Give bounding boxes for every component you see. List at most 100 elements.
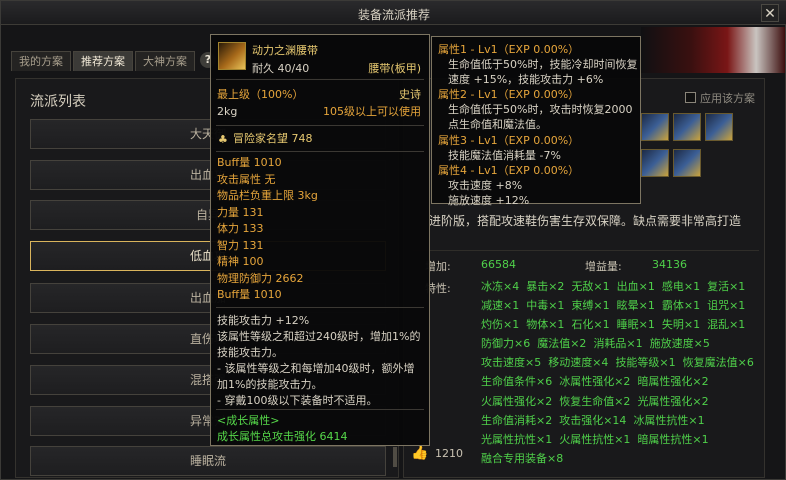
feature-tag: 冰属性抗性×1 xyxy=(633,413,705,427)
item-grade: 史诗 xyxy=(399,88,421,101)
skill-line: - 该属性等级之和每增加40级时，额外增 xyxy=(217,362,415,375)
equipment-slot-icon[interactable] xyxy=(673,149,701,177)
feature-tag: 诅咒×1 xyxy=(707,299,746,313)
tab-my-plans[interactable]: 我的方案 xyxy=(11,51,71,71)
item-fame: 冒险家名望 748 xyxy=(233,132,313,145)
item-skill-description: 技能攻击力 +12% 该属性等级之和超过240级时，增加1%的 技能攻击力。 -… xyxy=(217,313,427,409)
attribute-header: 属性3 - Lv1（EXP 0.00%） xyxy=(438,133,580,147)
skill-line: - 穿戴100级以下装备时不适用。 xyxy=(217,394,378,407)
feature-tag: 石化×1 xyxy=(571,318,610,332)
feature-tag: 暴击×2 xyxy=(526,280,565,293)
like-count: 1210 xyxy=(435,447,463,460)
feature-tag: 复活×1 xyxy=(707,280,746,293)
skill-line: 技能攻击力 +12% xyxy=(217,314,310,327)
feature-tag: 生命值消耗×2 xyxy=(481,413,553,427)
attribute-line: 生命值低于50%时，攻击时恢复2000 xyxy=(448,103,633,117)
feature-tag: 冰属性强化×2 xyxy=(559,375,631,389)
feature-tag: 中毒×1 xyxy=(526,299,565,313)
item-stat: 物品栏负重上限 3kg xyxy=(217,189,318,202)
feature-tag: 冰冻×4 xyxy=(481,280,520,293)
thumbs-up-icon[interactable]: 👍 xyxy=(411,445,429,461)
feature-tag: 恢复魔法值×6 xyxy=(682,356,754,370)
attribute-line: 技能魔法值消耗量 -7% xyxy=(448,148,561,162)
item-level: 最上级（100%） xyxy=(217,88,304,101)
feature-tag: 暗属性抗性×1 xyxy=(637,432,709,446)
build-description: 进阶版，搭配攻速鞋伤害生存双保障。缺点需要非常高打造 xyxy=(429,214,742,228)
attributes-list: 属性1 - Lv1（EXP 0.00%） 生命值低于50%时，技能冷却时间恢复 … xyxy=(438,42,638,208)
attribute-header: 属性1 - Lv1（EXP 0.00%） xyxy=(438,43,580,56)
equipment-slot-icon[interactable] xyxy=(705,113,733,141)
feature-tag: 感电×1 xyxy=(661,280,701,293)
attribute-line: 攻击速度 +8% xyxy=(448,178,523,192)
item-stat: 精神 100 xyxy=(217,255,264,268)
attribute-header: 属性2 - Lv1（EXP 0.00%） xyxy=(438,88,580,102)
item-stats: Buff量 1010 攻击属性 无 物品栏负重上限 3kg 力量 131 体力 … xyxy=(217,155,318,304)
character-art-banner xyxy=(641,27,785,73)
attribute-header: 属性4 - Lv1（EXP 0.00%） xyxy=(438,163,580,177)
feature-tag: 移动速度×4 xyxy=(548,356,609,370)
growth-attributes: <成长属性> 成长属性总攻击强化 6414 xyxy=(217,413,348,445)
close-button[interactable]: ✕ xyxy=(761,4,779,22)
feature-tag: 物体×1 xyxy=(526,318,565,332)
feature-tag: 暗属性强化×2 xyxy=(637,375,709,389)
feature-tag: 减速×1 xyxy=(481,299,520,313)
features-list: 冰冻×4 暴击×2 无敌×1 出血×1 感电×1 复活×1 减速×1 中毒×1 束缚×1 眩晕×1… xyxy=(481,277,761,468)
feature-tag: 魔法值×2 xyxy=(537,337,587,351)
feature-tag: 施放速度×5 xyxy=(649,337,710,351)
tab-expert-plans[interactable]: 大神方案 xyxy=(135,51,195,71)
attribute-line: 点生命值和魔法值。 xyxy=(448,118,547,132)
item-requirement: 105级以上可以使用 xyxy=(323,105,421,118)
skill-line: 技能攻击力。 xyxy=(217,346,283,359)
stat-gain-label: 增益量: xyxy=(585,260,622,273)
window-title: 装备流派推荐 xyxy=(357,8,430,22)
belt-item-icon xyxy=(218,42,246,70)
feature-tag: 防御力×6 xyxy=(481,337,531,351)
divider xyxy=(413,250,759,251)
feature-tag: 眩晕×1 xyxy=(616,299,655,313)
attributes-tooltip: 属性1 - Lv1（EXP 0.00%） 生命值低于50%时，技能冷却时间恢复 … xyxy=(431,36,641,207)
feature-tag: 攻击速度×5 xyxy=(481,356,542,370)
feature-tag: 失明×1 xyxy=(661,318,701,332)
item-type: 腰带(板甲) xyxy=(368,62,421,75)
scrollbar-thumb[interactable] xyxy=(393,447,397,467)
item-stat: 智力 131 xyxy=(217,238,264,252)
skill-line: 该属性等级之和超过240级时，增加1%的 xyxy=(217,330,421,343)
feature-tag: 霸体×1 xyxy=(661,299,701,313)
growth-line: 成长属性总攻击强化 6414 xyxy=(217,430,348,443)
stat-increase-value: 66584 xyxy=(481,258,516,271)
item-weight: 2kg xyxy=(217,105,238,118)
item-stat: 力量 131 xyxy=(217,205,264,219)
item-stat: 体力 133 xyxy=(217,222,264,235)
equipment-slot-icon[interactable] xyxy=(641,149,669,177)
item-stat: 攻击属性 无 xyxy=(217,172,276,186)
equipment-slot-icon[interactable] xyxy=(673,113,701,141)
feature-tag: 睡眠×1 xyxy=(616,318,655,332)
growth-title: <成长属性> xyxy=(217,414,280,427)
feature-tag: 出血×1 xyxy=(616,280,655,293)
fame-icon: ♣ xyxy=(218,133,228,146)
tab-bar: 我的方案 推荐方案 大神方案 xyxy=(11,51,195,71)
feature-tag: 火属性强化×2 xyxy=(481,394,553,408)
divider xyxy=(216,151,424,152)
item-stat: Buff量 1010 xyxy=(217,288,282,301)
feature-tag: 攻击强化×14 xyxy=(559,413,627,427)
feature-tag: 无敌×1 xyxy=(571,280,610,293)
feature-tag: 技能等级×1 xyxy=(615,356,676,370)
build-item[interactable]: 睡眠流 xyxy=(30,446,386,476)
feature-tag: 光属性强化×2 xyxy=(637,394,709,408)
attribute-line: 速度 +15%，技能攻击力 +6% xyxy=(448,73,604,87)
apply-plan-checkbox[interactable] xyxy=(685,92,696,103)
divider xyxy=(216,79,424,80)
feature-tag: 混乱×1 xyxy=(707,318,746,332)
build-list-title: 流派列表 xyxy=(30,94,86,110)
tab-recommended-plans[interactable]: 推荐方案 xyxy=(73,51,133,71)
skill-line: 加1%的技能攻击力。 xyxy=(217,378,323,391)
feature-tag: 束缚×1 xyxy=(571,299,610,313)
equipment-slot-icon[interactable] xyxy=(641,113,669,141)
item-tooltip: 动力之渊腰带 耐久 40/40 腰带(板甲) 最上级（100%） 史诗 2kg … xyxy=(210,34,430,446)
divider xyxy=(216,409,424,410)
feature-tag: 恢复生命值×2 xyxy=(559,394,631,408)
item-durability: 耐久 40/40 xyxy=(252,62,310,75)
divider xyxy=(216,307,424,308)
divider xyxy=(216,125,424,126)
